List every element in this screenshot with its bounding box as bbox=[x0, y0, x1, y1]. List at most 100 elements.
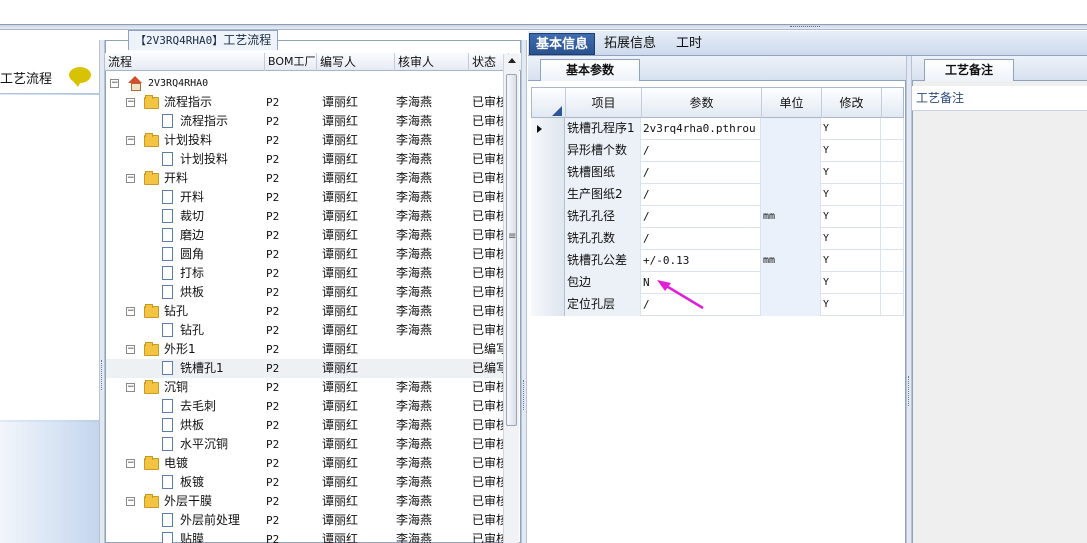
row-header[interactable] bbox=[531, 118, 565, 140]
param-modify-cell[interactable]: Y bbox=[821, 162, 881, 184]
tab-basic-info[interactable]: 基本信息 bbox=[529, 33, 596, 55]
row-header[interactable] bbox=[531, 294, 565, 316]
tree-row[interactable]: − 2V3RQ4RHA0 bbox=[106, 74, 503, 93]
param-value-cell[interactable]: / bbox=[641, 184, 761, 206]
row-header[interactable] bbox=[531, 206, 565, 228]
row-header[interactable] bbox=[531, 184, 565, 206]
tree-row[interactable]: 水平沉铜 P2 谭丽红 李海燕 已审核 bbox=[106, 435, 503, 454]
col-header-flow[interactable]: 流程 bbox=[105, 53, 265, 71]
row-header-corner[interactable] bbox=[532, 88, 566, 118]
param-modify-cell[interactable]: Y bbox=[821, 206, 881, 228]
col-header-unit[interactable]: 单位 bbox=[762, 88, 822, 118]
tree-row[interactable]: − 沉铜 P2 谭丽红 李海燕 已审核 bbox=[106, 378, 503, 397]
splitter-grip[interactable] bbox=[790, 26, 820, 30]
tree-row[interactable]: − 电镀 P2 谭丽红 李海燕 已审核 bbox=[106, 454, 503, 473]
tree-row[interactable]: 板镀 P2 谭丽红 李海燕 已审核 bbox=[106, 473, 503, 492]
tree-row[interactable]: 计划投料 P2 谭丽红 李海燕 已审核 bbox=[106, 150, 503, 169]
row-header[interactable] bbox=[531, 228, 565, 250]
scroll-up-icon[interactable] bbox=[508, 58, 516, 63]
scroll-thumb[interactable] bbox=[506, 74, 517, 426]
param-unit-cell[interactable] bbox=[761, 118, 821, 140]
param-unit-cell[interactable] bbox=[761, 272, 821, 294]
param-modify-cell[interactable]: Y bbox=[821, 118, 881, 140]
subtab-basic-params[interactable]: 基本参数 bbox=[540, 59, 640, 81]
tree-row[interactable]: 外层前处理 P2 谭丽红 李海燕 已审核 bbox=[106, 511, 503, 530]
tree-row[interactable]: − 开料 P2 谭丽红 李海燕 已审核 bbox=[106, 169, 503, 188]
param-item-cell[interactable]: 铣槽图纸 bbox=[565, 162, 641, 184]
param-item-cell[interactable]: 定位孔层 bbox=[565, 294, 641, 316]
param-unit-cell[interactable] bbox=[761, 228, 821, 250]
param-row[interactable]: 铣孔孔径 / mm Y bbox=[531, 206, 904, 228]
param-row[interactable]: 铣孔孔数 / Y bbox=[531, 228, 904, 250]
row-header[interactable] bbox=[531, 140, 565, 162]
process-scrollbar[interactable] bbox=[503, 54, 519, 543]
tree-row[interactable]: 圆角 P2 谭丽红 李海燕 已审核 bbox=[106, 245, 503, 264]
param-modify-cell[interactable]: Y bbox=[821, 184, 881, 206]
param-row[interactable]: 铣槽图纸 / Y bbox=[531, 162, 904, 184]
left-nav-header[interactable]: 工艺流程 bbox=[0, 52, 99, 94]
param-modify-cell[interactable]: Y bbox=[821, 272, 881, 294]
collapse-icon[interactable]: − bbox=[126, 136, 135, 145]
tab-work-hours[interactable]: 工时 bbox=[670, 33, 708, 55]
middle-splitter[interactable] bbox=[521, 40, 527, 543]
row-header[interactable] bbox=[531, 250, 565, 272]
param-item-cell[interactable]: 铣槽孔公差 bbox=[565, 250, 641, 272]
param-row[interactable]: 铣槽孔程序1 2v3rq4rha0.pthrou Y bbox=[531, 118, 904, 140]
collapse-icon[interactable]: − bbox=[126, 345, 135, 354]
param-value-cell[interactable]: / bbox=[641, 162, 761, 184]
row-header[interactable] bbox=[531, 272, 565, 294]
tree-row[interactable]: 铣槽孔1 P2 谭丽红 已编写 bbox=[106, 359, 503, 378]
col-header-modify[interactable]: 修改 bbox=[822, 88, 882, 118]
tree-row[interactable]: 磨边 P2 谭丽红 李海燕 已审核 bbox=[106, 226, 503, 245]
param-unit-cell[interactable] bbox=[761, 294, 821, 316]
param-unit-cell[interactable]: mm bbox=[761, 206, 821, 228]
tree-row[interactable]: − 计划投料 P2 谭丽红 李海燕 已审核 bbox=[106, 131, 503, 150]
param-item-cell[interactable]: 异形槽个数 bbox=[565, 140, 641, 162]
param-unit-cell[interactable] bbox=[761, 184, 821, 206]
param-value-cell[interactable]: +/-0.13 bbox=[641, 250, 761, 272]
collapse-icon[interactable]: − bbox=[126, 174, 135, 183]
tree-row[interactable]: 烘板 P2 谭丽红 李海燕 已审核 bbox=[106, 283, 503, 302]
tree-row[interactable]: − 钻孔 P2 谭丽红 李海燕 已审核 bbox=[106, 302, 503, 321]
collapse-icon[interactable]: − bbox=[110, 79, 119, 88]
col-header-value[interactable]: 参数 bbox=[642, 88, 762, 118]
param-row[interactable]: 铣槽孔公差 +/-0.13 mm Y bbox=[531, 250, 904, 272]
param-item-cell[interactable]: 铣孔孔数 bbox=[565, 228, 641, 250]
param-value-cell[interactable]: / bbox=[641, 140, 761, 162]
param-row[interactable]: 定位孔层 / Y bbox=[531, 294, 904, 316]
chat-bubble-icon[interactable] bbox=[69, 67, 91, 87]
param-value-cell[interactable]: 2v3rq4rha0.pthrou bbox=[641, 118, 761, 140]
row-header[interactable] bbox=[531, 162, 565, 184]
tree-row[interactable]: − 外形1 P2 谭丽红 已编写 bbox=[106, 340, 503, 359]
param-item-cell[interactable]: 铣槽孔程序1 bbox=[565, 118, 641, 140]
tree-row[interactable]: 去毛刺 P2 谭丽红 李海燕 已审核 bbox=[106, 397, 503, 416]
param-unit-cell[interactable] bbox=[761, 162, 821, 184]
collapse-icon[interactable]: − bbox=[126, 98, 135, 107]
tab-process-notes[interactable]: 工艺备注 bbox=[924, 59, 1014, 81]
param-row[interactable]: 包边 N Y bbox=[531, 272, 904, 294]
tree-row[interactable]: − 外层干膜 P2 谭丽红 李海燕 已审核 bbox=[106, 492, 503, 511]
param-unit-cell[interactable] bbox=[761, 140, 821, 162]
collapse-icon[interactable]: − bbox=[126, 383, 135, 392]
param-item-cell[interactable]: 铣孔孔径 bbox=[565, 206, 641, 228]
tree-row[interactable]: 贴膜 P2 谭丽红 李海燕 已审核 bbox=[106, 530, 503, 543]
param-item-cell[interactable]: 包边 bbox=[565, 272, 641, 294]
col-header-reviewer[interactable]: 核审人 bbox=[395, 53, 469, 71]
param-modify-cell[interactable]: Y bbox=[821, 140, 881, 162]
col-header-writer[interactable]: 编写人 bbox=[317, 53, 395, 71]
param-row[interactable]: 生产图纸2/ Y bbox=[531, 184, 904, 206]
param-modify-cell[interactable]: Y bbox=[821, 228, 881, 250]
param-unit-cell[interactable]: mm bbox=[761, 250, 821, 272]
tree-row[interactable]: 烘板 P2 谭丽红 李海燕 已审核 bbox=[106, 416, 503, 435]
param-modify-cell[interactable]: Y bbox=[821, 294, 881, 316]
col-header-item[interactable]: 项目 bbox=[566, 88, 642, 118]
tree-row[interactable]: 裁切 P2 谭丽红 李海燕 已审核 bbox=[106, 207, 503, 226]
tree-row[interactable]: 钻孔 P2 谭丽红 李海燕 已审核 bbox=[106, 321, 503, 340]
param-row[interactable]: 异形槽个数 / Y bbox=[531, 140, 904, 162]
collapse-icon[interactable]: − bbox=[126, 307, 135, 316]
collapse-icon[interactable]: − bbox=[126, 459, 135, 468]
tree-row[interactable]: 打标 P2 谭丽红 李海燕 已审核 bbox=[106, 264, 503, 283]
param-item-cell[interactable]: 生产图纸2 bbox=[565, 184, 641, 206]
param-value-cell[interactable]: / bbox=[641, 228, 761, 250]
col-header-bom[interactable]: BOM工厂 bbox=[265, 53, 317, 71]
